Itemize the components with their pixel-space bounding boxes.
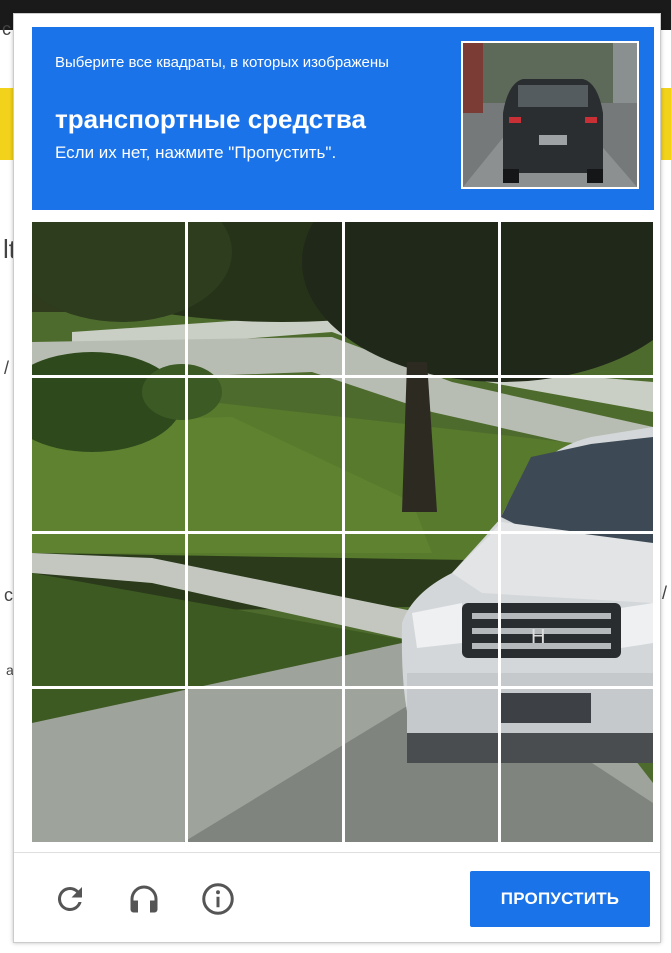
- grid-tile[interactable]: [188, 377, 342, 531]
- instruction-text: Выберите все квадраты, в которых изображ…: [55, 54, 389, 71]
- grid-tile[interactable]: [344, 689, 498, 842]
- audio-icon[interactable]: [126, 881, 162, 917]
- grid-tile[interactable]: [32, 689, 186, 842]
- grid-tile[interactable]: [32, 533, 186, 687]
- grid-tile[interactable]: [188, 689, 342, 842]
- grid-tile[interactable]: [32, 222, 186, 375]
- background-text: /: [4, 358, 10, 378]
- grid-tile[interactable]: [32, 377, 186, 531]
- reload-icon[interactable]: [52, 881, 88, 917]
- grid-tile[interactable]: [344, 533, 498, 687]
- captcha-header: Выберите все квадраты, в которых изображ…: [32, 27, 654, 210]
- background-text: /: [662, 583, 668, 603]
- background-text: c: [2, 19, 11, 39]
- grid-tile[interactable]: [344, 222, 498, 375]
- grid-tile[interactable]: [188, 533, 342, 687]
- grid-tile[interactable]: [188, 222, 342, 375]
- info-icon[interactable]: [200, 881, 236, 917]
- grid-tile[interactable]: [500, 689, 654, 842]
- captcha-footer: ПРОПУСТИТЬ: [14, 852, 660, 943]
- skip-hint-text: Если их нет, нажмите "Пропустить".: [55, 143, 337, 162]
- skip-button[interactable]: ПРОПУСТИТЬ: [470, 871, 650, 927]
- image-grid: [32, 222, 654, 842]
- grid-tile[interactable]: [500, 222, 654, 375]
- grid-tile[interactable]: [344, 377, 498, 531]
- background-text: c: [4, 585, 13, 605]
- target-object-text: транспортные средства: [55, 104, 366, 134]
- sample-image: [461, 41, 639, 189]
- grid-tile[interactable]: [500, 377, 654, 531]
- sample-car-image: [463, 43, 637, 187]
- captcha-dialog: Выберите все квадраты, в которых изображ…: [13, 13, 661, 943]
- grid-tile[interactable]: [500, 533, 654, 687]
